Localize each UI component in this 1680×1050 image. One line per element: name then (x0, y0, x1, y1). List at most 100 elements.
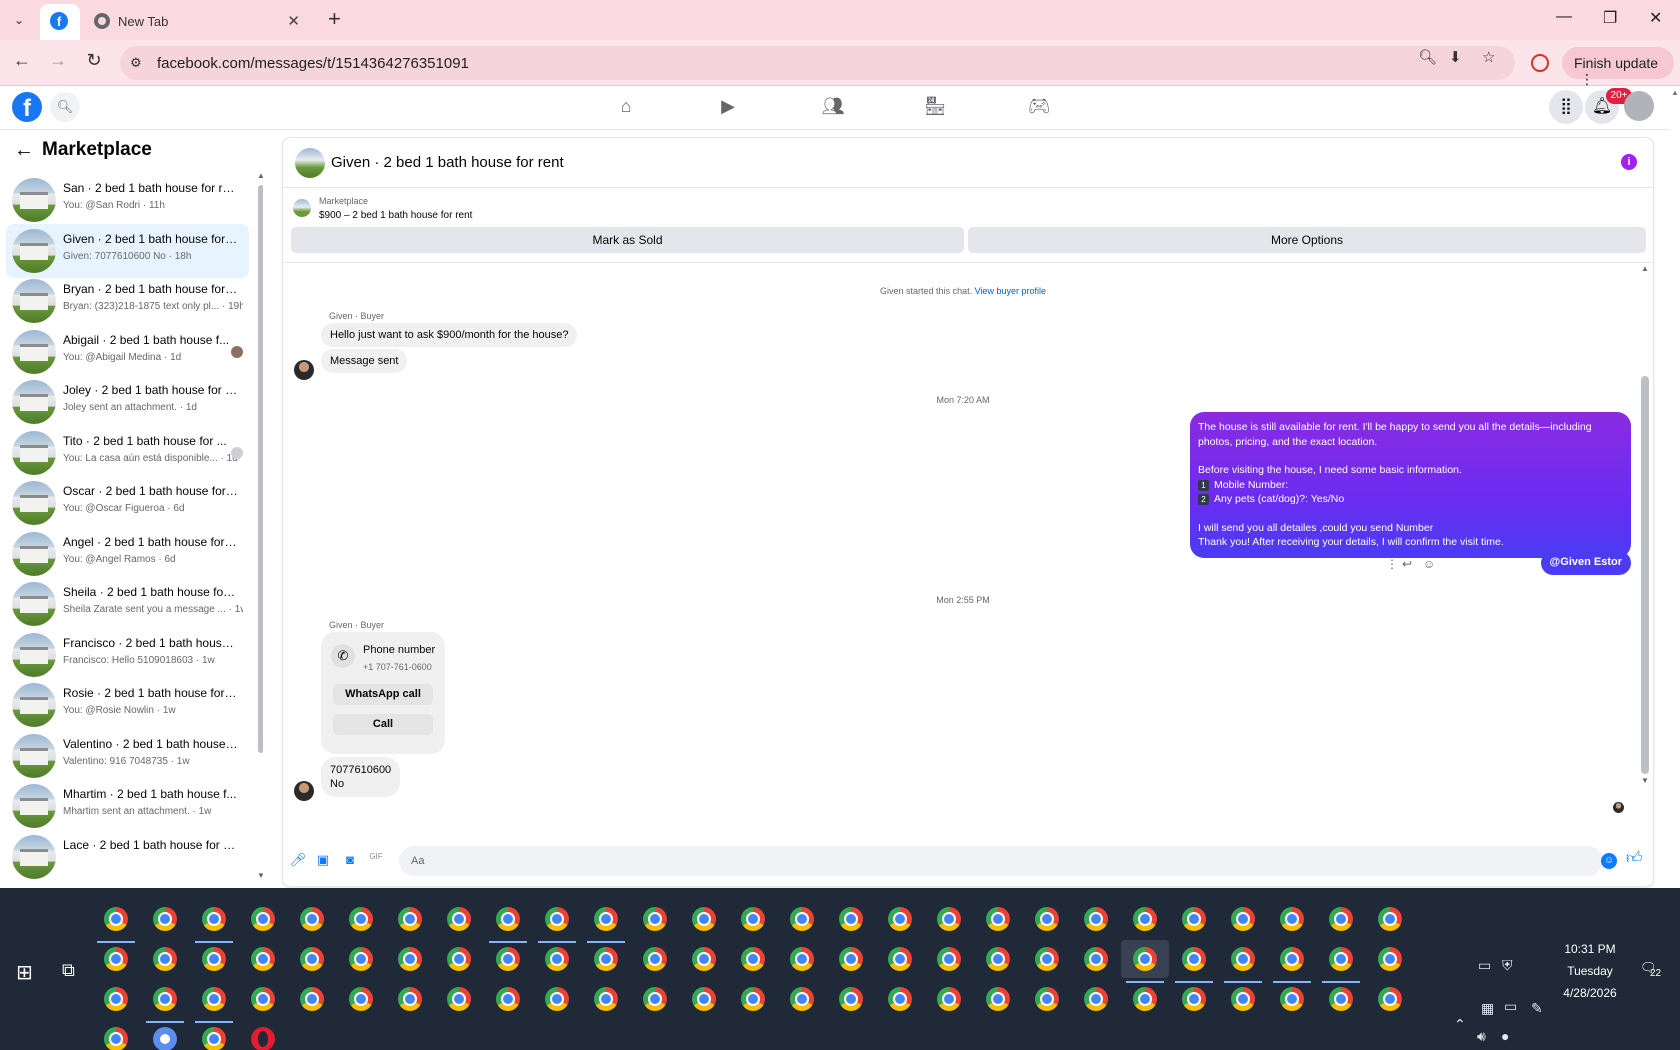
chrome-window-icon[interactable] (986, 987, 1010, 1011)
call-button[interactable]: Call (333, 714, 433, 735)
conversation-item[interactable]: Sheila · 2 bed 1 bath house for r... Shei… (6, 577, 249, 631)
close-tab-icon[interactable]: ✕ (287, 12, 300, 30)
minimize-icon[interactable]: — (1556, 8, 1572, 26)
chrome-window-icon[interactable] (1280, 907, 1304, 931)
chrome-window-icon[interactable] (349, 947, 373, 971)
buyer-avatar[interactable] (294, 360, 314, 380)
address-bar[interactable]: ⚙ facebook.com/messages/t/15143642763510… (120, 46, 1515, 80)
microphone-icon[interactable]: 🎤︎ (289, 852, 307, 868)
menu-grid-icon[interactable]: ⣿ (1549, 90, 1583, 124)
conversation-item[interactable]: Joley · 2 bed 1 bath house for r... Joley… (6, 375, 249, 429)
chrome-window-icon[interactable] (300, 947, 324, 971)
opera-browser-icon[interactable] (251, 1027, 275, 1050)
chrome-window-icon[interactable] (1280, 987, 1304, 1011)
chrome-window-icon[interactable] (545, 947, 569, 971)
finish-update-button[interactable]: Finish update ⋮ (1562, 47, 1674, 87)
chrome-window-icon[interactable] (937, 987, 961, 1011)
sidebar-scrollbar[interactable]: ▲ ▼ (257, 171, 263, 883)
info-icon[interactable]: i (1621, 154, 1637, 170)
chrome-window-icon[interactable] (1084, 947, 1108, 971)
windows-start-icon[interactable]: ⊞ (16, 960, 33, 985)
chat-scrollbar[interactable]: ▲ ▼ (1641, 264, 1649, 785)
task-view-icon[interactable]: ⧉ (62, 960, 75, 981)
chrome-window-icon[interactable] (1329, 907, 1353, 931)
conversation-item[interactable]: Valentino · 2 bed 1 bath house f... Valen… (6, 729, 249, 783)
chrome-window-icon[interactable] (1133, 947, 1157, 971)
bookmark-star-icon[interactable]: ☆ (1482, 48, 1495, 66)
scroll-up-arrow-icon[interactable]: ▲ (1641, 264, 1649, 273)
chrome-window-icon[interactable] (888, 987, 912, 1011)
listing-mini-thumbnail[interactable] (293, 199, 311, 217)
page-scrollbar[interactable]: ▲ (1671, 86, 1680, 888)
chrome-window-icon[interactable] (1378, 907, 1402, 931)
chrome-window-icon[interactable] (1182, 907, 1206, 931)
chrome-window-icon[interactable] (1378, 987, 1402, 1011)
conversation-item[interactable]: Francisco · 2 bed 1 bath house f... Franc… (6, 628, 249, 682)
chrome-window-icon[interactable] (1182, 947, 1206, 971)
chrome-window-icon[interactable] (153, 947, 177, 971)
chrome-window-icon[interactable] (349, 987, 373, 1011)
chrome-window-icon[interactable] (349, 907, 373, 931)
conversation-item[interactable]: Oscar · 2 bed 1 bath house for r... You: … (6, 476, 249, 530)
react-emoji-icon[interactable]: ☺ (1423, 557, 1435, 571)
chrome-window-icon[interactable] (937, 947, 961, 971)
conversation-item[interactable]: Rosie · 2 bed 1 bath house for r... You: … (6, 678, 249, 732)
back-icon[interactable]: ← (10, 50, 34, 71)
conversation-item[interactable]: Abigail · 2 bed 1 bath house f... You: @A… (6, 325, 249, 379)
view-buyer-profile-link[interactable]: View buyer profile (975, 286, 1046, 296)
chrome-window-icon[interactable] (202, 907, 226, 931)
chrome-window-icon[interactable] (496, 947, 520, 971)
search-icon[interactable]: 🔍︎ (50, 92, 80, 122)
chrome-window-icon[interactable] (692, 907, 716, 931)
tray-icon[interactable]: ▭ (1478, 957, 1491, 974)
chrome-window-icon[interactable] (251, 907, 275, 931)
chrome-window-icon[interactable] (986, 907, 1010, 931)
gif-icon[interactable]: GIF (367, 852, 385, 861)
scroll-up-arrow-icon[interactable]: ▲ (257, 171, 263, 180)
chrome-window-icon[interactable] (202, 947, 226, 971)
scrollbar-thumb[interactable] (1641, 376, 1649, 774)
tab-facebook[interactable]: f (40, 4, 80, 40)
chrome-window-icon[interactable] (251, 947, 275, 971)
chrome-window-icon[interactable] (153, 987, 177, 1011)
kebab-menu-icon[interactable]: ⋮ (1580, 71, 1594, 87)
conversation-item[interactable]: Lace · 2 bed 1 bath house for rent (6, 830, 249, 884)
chat-title[interactable]: Given · 2 bed 1 bath house for rent (331, 154, 564, 171)
home-icon[interactable]: ⌂ (611, 96, 641, 117)
chrome-window-icon[interactable] (104, 907, 128, 931)
new-tab-button[interactable]: + (328, 6, 341, 32)
more-actions-icon[interactable]: ⋮ (1386, 557, 1398, 571)
chrome-window-icon[interactable] (202, 987, 226, 1011)
chrome-window-icon[interactable] (790, 987, 814, 1011)
tab-new-tab[interactable]: New Tab ✕ (84, 4, 314, 40)
chrome-window-icon[interactable] (1231, 907, 1255, 931)
chrome-window-icon[interactable] (1280, 947, 1304, 971)
like-thumbs-up-icon[interactable]: 👍︎ (1626, 849, 1643, 868)
chrome-window-icon[interactable] (643, 907, 667, 931)
chrome-window-icon[interactable] (741, 947, 765, 971)
chrome-window-icon[interactable] (839, 987, 863, 1011)
chrome-window-icon[interactable] (545, 987, 569, 1011)
chrome-window-icon[interactable] (496, 907, 520, 931)
chrome-window-icon[interactable] (1133, 907, 1157, 931)
emoji-icon[interactable]: ☺ (1601, 853, 1617, 869)
site-info-icon[interactable]: ⚙ (130, 55, 142, 71)
scroll-down-arrow-icon[interactable]: ▼ (1641, 776, 1649, 785)
chrome-window-icon[interactable] (398, 907, 422, 931)
chrome-window-icon[interactable] (447, 947, 471, 971)
forward-icon[interactable]: → (46, 50, 70, 71)
chrome-window-icon[interactable] (398, 987, 422, 1011)
incoming-message[interactable]: 7077610600 No (321, 757, 401, 797)
tab-search-chevron-icon[interactable]: ⌄ (8, 9, 30, 31)
chrome-window-icon[interactable] (153, 907, 177, 931)
profile-icon[interactable] (1531, 54, 1549, 72)
gaming-icon[interactable]: 🎮︎ (1024, 96, 1054, 117)
chrome-window-icon[interactable] (300, 987, 324, 1011)
chrome-window-icon[interactable] (741, 907, 765, 931)
reply-icon[interactable]: ↩ (1402, 557, 1412, 571)
marketplace-icon[interactable]: 🏪︎ (920, 96, 950, 117)
chrome-window-icon[interactable] (1231, 947, 1255, 971)
url-text[interactable]: facebook.com/messages/t/1514364276351091 (157, 55, 469, 72)
chrome-window-icon[interactable] (1329, 947, 1353, 971)
chrome-window-icon[interactable] (692, 947, 716, 971)
